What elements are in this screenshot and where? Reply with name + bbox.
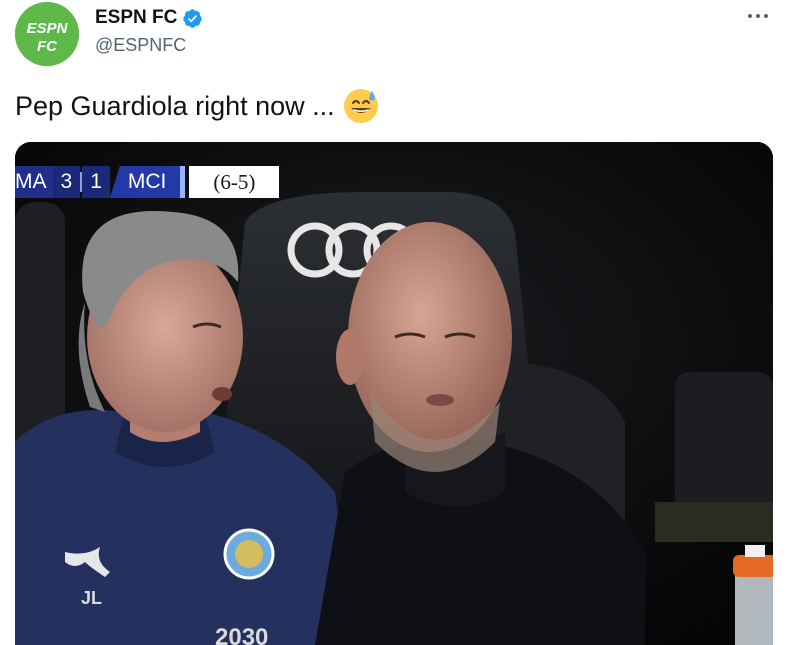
display-name[interactable]: ESPN FC (95, 7, 177, 29)
scorebug-home-score: 3 (52, 166, 81, 198)
verified-badge-icon (183, 8, 203, 28)
svg-text:2030: 2030 (215, 624, 268, 645)
grinning-sweat-emoji-icon (343, 89, 378, 123)
scorebug-aggregate: (6-5) (189, 166, 280, 198)
scorebug: MA 3 1 MCI (6-5) (15, 166, 280, 198)
scorebug-home-team: MA (15, 166, 53, 198)
tweet-photo[interactable]: JL 2030 MA 3 1 MCI (6-5) (15, 142, 773, 645)
more-options-icon[interactable] (744, 6, 772, 26)
dugout-scene: JL 2030 (15, 142, 773, 645)
scorebug-away-team: MCI (109, 166, 181, 198)
svg-text:FC: FC (37, 38, 58, 55)
tweet-text-body: Pep Guardiola right now ... (15, 90, 335, 121)
scorebug-away-score: 1 (82, 166, 110, 198)
svg-text:JL: JL (81, 588, 102, 608)
scorebug-stripe (180, 166, 186, 198)
avatar[interactable]: ESPN FC (15, 2, 79, 66)
tweet-text: Pep Guardiola right now ... (15, 88, 379, 124)
author-handle[interactable]: @ESPNFC (95, 35, 186, 56)
espn-fc-logo-icon: ESPN FC (15, 2, 79, 66)
author-name-row: ESPN FC (95, 7, 203, 29)
svg-text:ESPN: ESPN (27, 20, 69, 37)
